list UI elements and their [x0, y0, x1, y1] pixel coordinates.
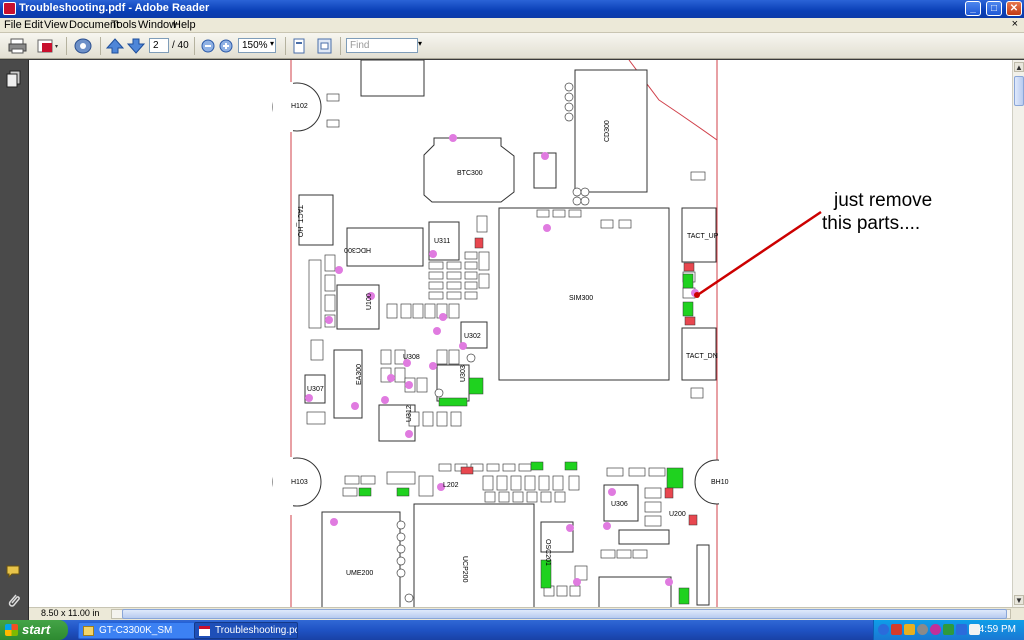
label-osc201: OSC201 — [544, 539, 551, 566]
display-icon[interactable] — [956, 624, 967, 635]
pdf-icon — [199, 626, 210, 636]
menu-bar: File Edit View Document Tools Window Hel… — [0, 18, 1024, 33]
zoom-level-value: 150% — [242, 40, 268, 51]
label-u303: U303 — [460, 365, 467, 382]
page-size-label: 8.50 x 11.00 in — [41, 608, 100, 618]
app-green-icon[interactable] — [943, 624, 954, 635]
chevron-down-icon[interactable]: ▾ — [270, 39, 274, 48]
zoom-out-icon[interactable] — [200, 37, 216, 55]
scroll-up-icon[interactable]: ▲ — [1014, 62, 1024, 72]
email-pdf-icon[interactable] — [36, 37, 60, 55]
menu-edit[interactable]: Edit — [24, 19, 43, 31]
label-u308: U308 — [403, 354, 420, 361]
page-number-input[interactable]: 2 — [149, 38, 169, 53]
taskbar-folder-label: GT-C3300K_SM — [99, 625, 173, 636]
clock: 4:59 PM — [978, 624, 1016, 635]
find-options-chevron-icon[interactable]: ▾ — [418, 39, 422, 48]
label-u200: U200 — [669, 511, 686, 518]
fit-page-icon[interactable] — [291, 37, 307, 55]
scroll-thumb[interactable] — [1014, 76, 1024, 106]
next-page-icon[interactable] — [127, 37, 145, 55]
label-tact-ho: TACT_HO — [296, 205, 303, 238]
label-ucp200: UCP200 — [461, 556, 468, 583]
label-bh10: BH10 — [711, 479, 729, 486]
label-u307: U307 — [307, 386, 324, 393]
navigation-pane — [0, 60, 29, 620]
label-cd300: CD300 — [604, 120, 611, 142]
label-u100: U100 — [366, 293, 373, 310]
network-icon[interactable] — [878, 624, 889, 635]
label-tact-dn: TACT_DN — [686, 353, 718, 360]
media-icon[interactable] — [930, 624, 941, 635]
label-l202: L202 — [443, 482, 459, 489]
menu-tools[interactable]: Tools — [111, 19, 137, 31]
pcb-schematic-page: H102 H103 BH10 BTC300 CD300 TACT_HO HDC3… — [272, 60, 822, 608]
menu-window[interactable]: Window — [138, 19, 177, 31]
taskbar-folder-item[interactable]: GT-C3300K_SM — [78, 622, 196, 639]
toolbar: 2 / 40 150% ▾ Find ▾ — [0, 33, 1024, 59]
label-u302: U302 — [464, 333, 481, 340]
label-btc300: BTC300 — [457, 170, 483, 177]
label-tact-up: TACT_UP — [687, 233, 719, 240]
scroll-down-icon[interactable]: ▼ — [1014, 595, 1024, 605]
alert-icon[interactable] — [904, 624, 915, 635]
menu-help[interactable]: Help — [173, 19, 196, 31]
adobe-reader-icon — [3, 2, 16, 15]
close-button[interactable]: ✕ — [1006, 1, 1022, 16]
windows-logo-icon — [5, 624, 18, 636]
zoom-in-icon[interactable] — [218, 37, 234, 55]
menu-file[interactable]: File — [4, 19, 22, 31]
document-close-button[interactable]: × — [1012, 18, 1018, 30]
status-bar: 8.50 x 11.00 in — [29, 607, 1024, 620]
find-input[interactable]: Find — [346, 38, 418, 53]
label-ume200: UME200 — [346, 570, 373, 577]
full-screen-icon[interactable] — [316, 37, 334, 55]
system-tray: 4:59 PM — [873, 620, 1024, 640]
label-h103: H103 — [291, 479, 308, 486]
label-hdc300: HDC300 — [344, 246, 371, 253]
comments-icon[interactable] — [5, 564, 23, 580]
window-title: Troubleshooting.pdf - Adobe Reader — [19, 2, 210, 14]
pages-panel-icon[interactable] — [6, 70, 22, 88]
volume-icon[interactable] — [917, 624, 928, 635]
label-h102: H102 — [291, 103, 308, 110]
title-bar: Troubleshooting.pdf - Adobe Reader _ □ ✕ — [0, 0, 1024, 18]
start-label: start — [22, 622, 51, 637]
label-u306: U306 — [611, 501, 628, 508]
print-icon[interactable] — [8, 37, 28, 55]
toolbar-separator — [285, 37, 286, 55]
attachments-paperclip-icon[interactable] — [6, 592, 22, 610]
toolbar-separator — [100, 37, 101, 55]
taskbar-reader-item[interactable]: Troubleshooting.pdf -... — [194, 622, 298, 639]
start-button[interactable]: start — [0, 620, 68, 640]
taskbar-reader-label: Troubleshooting.pdf -... — [215, 625, 298, 636]
vertical-scrollbar[interactable]: ▲ ▼ — [1012, 60, 1024, 608]
previous-page-icon[interactable] — [106, 37, 124, 55]
taskbar: start GT-C3300K_SM Troubleshooting.pdf -… — [0, 620, 1024, 640]
annotation-text-line1: just remove — [834, 190, 933, 211]
maximize-button[interactable]: □ — [986, 1, 1002, 16]
label-u312: U312 — [406, 405, 413, 422]
toolbar-separator — [66, 37, 67, 55]
label-ea300: EA300 — [356, 364, 363, 385]
menu-view[interactable]: View — [44, 19, 68, 31]
security-icon[interactable] — [891, 624, 902, 635]
label-u311: U311 — [434, 238, 450, 245]
minimize-button[interactable]: _ — [965, 1, 981, 16]
label-sim300: SIM300 — [569, 295, 593, 302]
horizontal-scroll-thumb[interactable] — [122, 609, 1007, 619]
page-total-label: / 40 — [172, 40, 189, 51]
folder-icon — [83, 626, 94, 636]
annotation-text-line2: this parts.... — [822, 213, 921, 234]
toolbar-separator — [340, 37, 341, 55]
hand-tool-icon[interactable] — [73, 37, 95, 55]
document-view[interactable]: H102 H103 BH10 BTC300 CD300 TACT_HO HDC3… — [29, 60, 1012, 608]
toolbar-separator — [194, 37, 195, 55]
